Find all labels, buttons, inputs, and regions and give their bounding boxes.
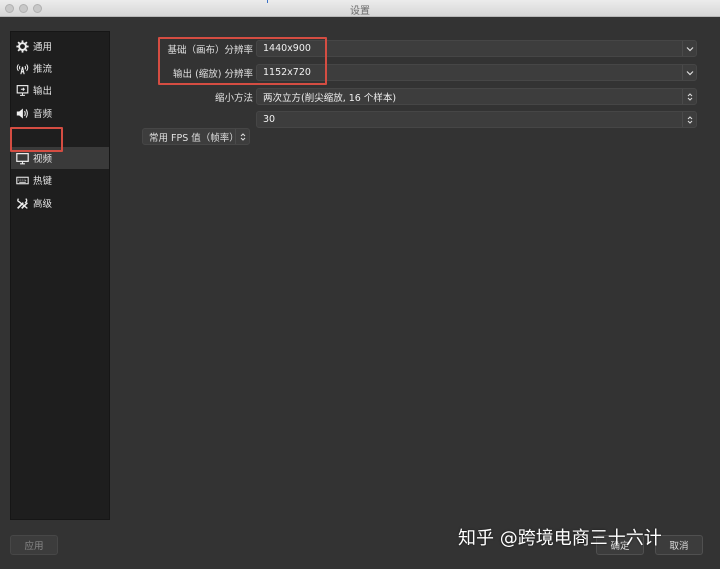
cancel-button[interactable]: 取消 — [655, 535, 703, 555]
downscale-filter-label: 缩小方法 — [214, 93, 253, 104]
output-resolution-value: 1152x720 — [263, 67, 311, 78]
base-resolution-label: 基础（画布）分辨率 — [167, 45, 253, 56]
output-resolution-label: 输出 (缩放) 分辨率 — [173, 69, 253, 80]
title-bar: 设置 — [0, 0, 720, 17]
settings-window: 通用 推流 输出 音频 视频 热键 高级 基础（画布）分辨率 1440x900 … — [0, 17, 720, 569]
apply-button[interactable]: 应用 — [10, 535, 58, 555]
fps-type-select[interactable]: 常用 FPS 值（帧率） — [142, 128, 250, 145]
fps-value-select[interactable]: 30 — [256, 111, 697, 128]
base-resolution-combobox[interactable]: 1440x900 — [256, 40, 697, 57]
fps-value: 30 — [263, 114, 276, 125]
downscale-filter-select[interactable]: 两次立方(削尖缩放, 16 个样本) — [256, 88, 697, 105]
sidebar-item-hotkeys[interactable]: 热键 — [11, 169, 109, 191]
updown-arrows-icon[interactable] — [682, 112, 696, 127]
chevron-down-icon[interactable] — [682, 41, 696, 56]
sidebar-item-audio[interactable]: 音频 — [11, 102, 109, 124]
broadcast-icon — [14, 60, 30, 76]
sidebar-item-stream[interactable]: 推流 — [11, 57, 109, 79]
sidebar-item-general[interactable]: 通用 — [11, 35, 109, 57]
settings-sidebar: 通用 推流 输出 音频 视频 热键 高级 — [10, 31, 110, 520]
sidebar-item-label: 推流 — [33, 64, 53, 75]
sidebar-item-label: 输出 — [33, 86, 53, 97]
fps-type-label: 常用 FPS 值（帧率） — [149, 132, 239, 144]
sidebar-item-label: 音频 — [33, 109, 53, 120]
watermark-text: 知乎 @跨境电商三十六计 — [458, 528, 662, 549]
output-icon — [14, 82, 30, 98]
base-resolution-value: 1440x900 — [263, 43, 311, 54]
sidebar-item-label: 通用 — [33, 42, 53, 53]
tools-icon — [14, 195, 30, 211]
updown-arrows-icon[interactable] — [682, 89, 696, 104]
sidebar-item-advanced[interactable]: 高级 — [11, 192, 109, 214]
monitor-icon — [14, 150, 30, 166]
chevron-down-icon[interactable] — [682, 65, 696, 80]
speaker-icon — [14, 105, 30, 121]
sidebar-item-output[interactable]: 输出 — [11, 79, 109, 101]
downscale-filter-value: 两次立方(削尖缩放, 16 个样本) — [263, 92, 397, 104]
sidebar-item-label: 热键 — [33, 176, 53, 187]
gear-icon — [14, 38, 30, 54]
output-resolution-combobox[interactable]: 1152x720 — [256, 64, 697, 81]
keyboard-icon — [14, 172, 30, 188]
updown-arrows-icon[interactable] — [235, 129, 249, 144]
sidebar-item-label: 视频 — [33, 154, 53, 165]
window-title: 设置 — [350, 6, 370, 17]
sidebar-item-video[interactable]: 视频 — [11, 147, 109, 169]
sidebar-item-label: 高级 — [33, 199, 53, 210]
